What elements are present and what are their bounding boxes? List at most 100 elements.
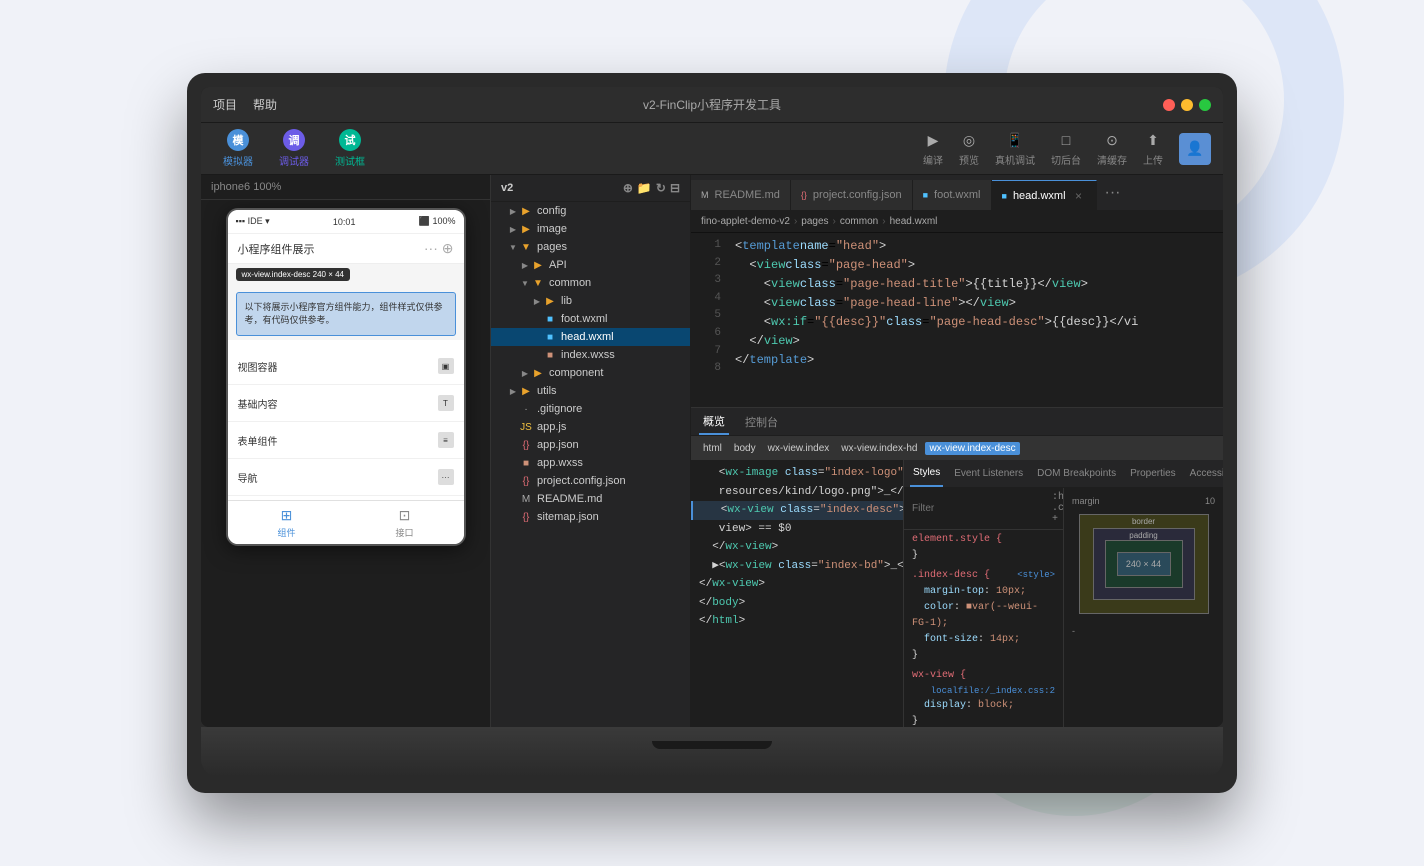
tab-close-head[interactable]: × bbox=[1072, 189, 1086, 203]
avatar[interactable]: 👤 bbox=[1179, 133, 1211, 165]
tree-readme[interactable]: ▶ M README.md bbox=[491, 490, 690, 508]
debug-button[interactable]: 调 调试器 bbox=[269, 125, 319, 172]
tree-pages[interactable]: ▼ ▼ pages bbox=[491, 238, 690, 256]
dom-line-6: </wx-view> bbox=[691, 575, 903, 594]
md-icon: M bbox=[519, 492, 533, 506]
box-model-area: margin 10 border padding bbox=[1063, 488, 1223, 727]
styles-tab-props[interactable]: Properties bbox=[1127, 468, 1179, 479]
tree-component[interactable]: ▶ ▶ component bbox=[491, 364, 690, 382]
tab-readme[interactable]: M README.md bbox=[691, 180, 791, 210]
path-body[interactable]: body bbox=[730, 442, 760, 455]
nav-item-nav[interactable]: 导航 ··· bbox=[228, 459, 464, 496]
phone-tabbar: ⊞ 组件 ⊡ 接口 bbox=[228, 500, 464, 544]
bottom-tab-console[interactable]: 控制台 bbox=[741, 408, 782, 435]
tree-config[interactable]: ▶ ▶ config bbox=[491, 202, 690, 220]
tree-gitignore[interactable]: ▶ · .gitignore bbox=[491, 400, 690, 418]
tree-app-wxss[interactable]: ▶ ■ app.wxss bbox=[491, 454, 690, 472]
nav-item-viewcontainer[interactable]: 视图容器 ▣ bbox=[228, 348, 464, 385]
laptop-frame: 项目 帮助 v2-FinClip小程序开发工具 模 模拟器 调 调试器 bbox=[187, 73, 1237, 793]
tab-icon-readme: M bbox=[701, 190, 709, 200]
filetree-panel: v2 ⊕ 📁 ↻ ⊟ ▶ ▶ config ▶ ▶ bbox=[491, 175, 691, 727]
code-editor[interactable]: 1 2 3 4 5 6 7 8 <template name="head"> bbox=[691, 233, 1223, 407]
phone-options[interactable]: ··· ⊕ bbox=[424, 240, 454, 257]
styles-tab-styles[interactable]: Styles bbox=[910, 460, 943, 487]
ide-titlebar: 项目 帮助 v2-FinClip小程序开发工具 bbox=[201, 87, 1223, 123]
window-controls bbox=[1163, 99, 1211, 111]
tree-utils[interactable]: ▶ ▶ utils bbox=[491, 382, 690, 400]
tree-image[interactable]: ▶ ▶ image bbox=[491, 220, 690, 238]
tree-head-wxml[interactable]: ▶ ■ head.wxml bbox=[491, 328, 690, 346]
tree-app-json[interactable]: ▶ {} app.json bbox=[491, 436, 690, 454]
filetree-new-folder[interactable]: 📁 bbox=[637, 181, 652, 195]
styles-tab-events[interactable]: Event Listeners bbox=[951, 468, 1026, 479]
filter-pseudo[interactable]: :hov .cls + bbox=[1052, 492, 1063, 525]
phone-tab-component[interactable]: ⊞ 组件 bbox=[277, 506, 295, 539]
breadcrumb-pages[interactable]: pages bbox=[801, 216, 828, 227]
debug-icon: 调 bbox=[283, 129, 305, 151]
preview-action[interactable]: ◎ 预览 bbox=[959, 130, 979, 167]
tree-index-wxss[interactable]: ▶ ■ index.wxss bbox=[491, 346, 690, 364]
styles-tab-a11y[interactable]: Accessibility bbox=[1187, 468, 1223, 479]
window-minimize-btn[interactable] bbox=[1181, 99, 1193, 111]
test-button[interactable]: 试 测试框 bbox=[325, 125, 375, 172]
border-label: border bbox=[1132, 517, 1155, 526]
folder-icon: ▶ bbox=[519, 204, 533, 218]
breadcrumb-file[interactable]: head.wxml bbox=[890, 216, 938, 227]
breadcrumb-sep-1: › bbox=[794, 216, 797, 227]
nav-label-basic: 基础内容 bbox=[238, 396, 278, 411]
upload-label: 上传 bbox=[1143, 152, 1163, 167]
window-maximize-btn[interactable] bbox=[1199, 99, 1211, 111]
tree-foot-wxml[interactable]: ▶ ■ foot.wxml bbox=[491, 310, 690, 328]
nav-item-basic[interactable]: 基础内容 T bbox=[228, 385, 464, 422]
path-wxview-desc[interactable]: wx-view.index-desc bbox=[925, 442, 1019, 455]
filetree-refresh[interactable]: ↻ bbox=[656, 181, 666, 195]
phone-tab-api[interactable]: ⊡ 接口 bbox=[395, 506, 413, 539]
tree-lib[interactable]: ▶ ▶ lib bbox=[491, 292, 690, 310]
wxml-icon: ■ bbox=[543, 312, 557, 326]
nav-item-form[interactable]: 表单组件 ≡ bbox=[228, 422, 464, 459]
styles-tab-dom-bp[interactable]: DOM Breakpoints bbox=[1034, 468, 1119, 479]
folder-icon: ▼ bbox=[519, 240, 533, 254]
breadcrumb-root[interactable]: fino-applet-demo-v2 bbox=[701, 216, 790, 227]
tree-app-js[interactable]: ▶ JS app.js bbox=[491, 418, 690, 436]
simulate-button[interactable]: 模 模拟器 bbox=[213, 125, 263, 172]
json-icon: {} bbox=[519, 510, 533, 524]
path-wxview-hd[interactable]: wx-view.index-hd bbox=[837, 442, 921, 455]
filetree-new-file[interactable]: ⊕ bbox=[623, 181, 633, 195]
tab-overflow-menu[interactable]: ··· bbox=[1097, 184, 1129, 202]
menu-project[interactable]: 项目 bbox=[213, 96, 237, 113]
tab-projectconfig[interactable]: {} project.config.json bbox=[791, 180, 913, 210]
background-action[interactable]: □ 切后台 bbox=[1051, 130, 1081, 167]
filetree-actions: ⊕ 📁 ↻ ⊟ bbox=[623, 181, 680, 195]
chevron-icon: ▼ bbox=[519, 279, 531, 288]
path-html[interactable]: html bbox=[699, 442, 726, 455]
upload-icon: ⬆ bbox=[1143, 130, 1163, 150]
tab-foot-wxml[interactable]: ■ foot.wxml bbox=[913, 180, 992, 210]
highlighted-element: 以下将展示小程序官方组件能力，组件样式仅供参考，有代码仅供参考。 bbox=[236, 292, 456, 336]
tree-api[interactable]: ▶ ▶ API bbox=[491, 256, 690, 274]
upload-action[interactable]: ⬆ 上传 bbox=[1143, 130, 1163, 167]
nav-icon-nav: ··· bbox=[438, 469, 454, 485]
phone-content: wx-view.index-desc 240 × 44 以下将展示小程序官方组件… bbox=[228, 264, 464, 340]
tab-head-wxml[interactable]: ■ head.wxml × bbox=[992, 180, 1097, 210]
breadcrumb-common[interactable]: common bbox=[840, 216, 878, 227]
clearcache-action[interactable]: ⊙ 清缓存 bbox=[1097, 130, 1127, 167]
window-close-btn[interactable] bbox=[1163, 99, 1175, 111]
tree-sitemap[interactable]: ▶ {} sitemap.json bbox=[491, 508, 690, 526]
dom-line-2[interactable]: <wx-view class="index-desc">以下将展示小程序官方组件… bbox=[691, 501, 903, 520]
path-wxview-index[interactable]: wx-view.index bbox=[764, 442, 834, 455]
folder-label: image bbox=[537, 223, 690, 235]
ide-toolbar: 模 模拟器 调 调试器 试 测试框 ▶ 编译 ◎ bbox=[201, 123, 1223, 175]
tab-api-icon: ⊡ bbox=[395, 506, 413, 524]
tree-common[interactable]: ▼ ▼ common bbox=[491, 274, 690, 292]
preview-panel: iphone6 100% ▪▪▪ IDE ▾ 10:01 ⬛ 100% 小程序组… bbox=[201, 175, 491, 727]
menu-help[interactable]: 帮助 bbox=[253, 96, 277, 113]
tree-project-config[interactable]: ▶ {} project.config.json bbox=[491, 472, 690, 490]
realdevice-action[interactable]: 📱 真机调试 bbox=[995, 130, 1035, 167]
filetree-collapse[interactable]: ⊟ bbox=[670, 181, 680, 195]
styles-filter-input[interactable] bbox=[912, 503, 1044, 514]
style-rule-element: element.style { } bbox=[904, 530, 1063, 566]
compile-action[interactable]: ▶ 编译 bbox=[923, 130, 943, 167]
bottom-tab-overview[interactable]: 概览 bbox=[699, 408, 729, 435]
folder-label: lib bbox=[561, 295, 690, 307]
